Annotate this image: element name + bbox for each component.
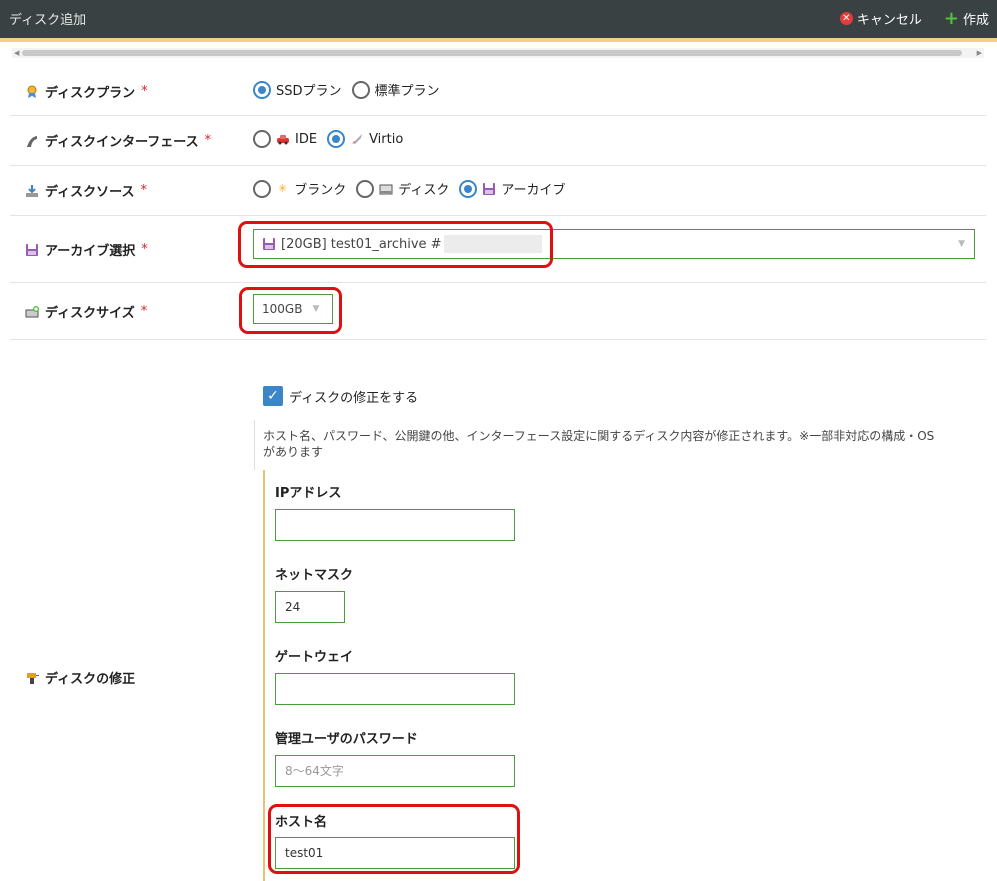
disk-modify-label: ディスクの修正 [45, 672, 136, 687]
medal-icon [27, 85, 37, 98]
download-icon [26, 184, 38, 197]
ip-address-label: IPアドレス [275, 486, 342, 501]
cancel-label: キャンセル [856, 13, 922, 28]
gateway-label: ゲートウェイ [275, 650, 354, 665]
highlight-disk-size [239, 287, 342, 334]
create-button[interactable]: + 作成 [943, 8, 989, 29]
radio-virtio[interactable]: Virtio [327, 130, 403, 148]
highlight-hostname [268, 804, 520, 874]
accent-bar [0, 38, 997, 42]
cancel-icon: ✕ [839, 12, 853, 25]
netmask-input[interactable] [275, 591, 345, 623]
check-icon: ✓ [263, 386, 283, 406]
drill-icon [27, 672, 39, 684]
car-icon [277, 135, 289, 145]
radio-disk[interactable]: ディスク [356, 179, 449, 198]
admin-password-input[interactable] [275, 755, 515, 787]
radio-archive[interactable]: アーカイブ [459, 179, 566, 198]
road-icon [27, 135, 37, 147]
disk-add-icon [25, 305, 39, 317]
radio-ide[interactable]: IDE [253, 130, 317, 148]
admin-password-label: 管理ユーザのパスワード [275, 732, 418, 747]
chevron-down-icon: ▼ [958, 239, 965, 249]
radio-standard-plan[interactable]: 標準プラン [351, 80, 440, 99]
netmask-label: ネットマスク [275, 568, 354, 583]
header-actions: ✕ キャンセル + 作成 [839, 8, 989, 29]
scrollbar-thumb[interactable] [22, 50, 962, 56]
dialog-title: ディスク追加 [9, 13, 87, 28]
disk-interface-label: ディスクインターフェース [45, 135, 199, 150]
archive-select-label: アーカイブ選択 [45, 244, 136, 259]
create-label: 作成 [962, 13, 989, 28]
modify-disk-checkbox-label: ディスクの修正をする [289, 390, 419, 406]
plus-icon: + [943, 8, 959, 29]
ip-address-input[interactable] [275, 509, 515, 541]
gateway-input[interactable] [275, 673, 515, 705]
row-disk-source: ディスクソース * ✳ ブランク ディスク アーカイブ [10, 166, 986, 216]
sparkle-icon: ✳ [278, 182, 288, 195]
modify-description: ホスト名、パスワード、公開鍵の他、インターフェース設定に関するディスク内容が修正… [263, 429, 935, 459]
row-disk-plan: ディスクプラン * SSDプラン 標準プラン [10, 66, 986, 116]
highlight-archive-select [238, 221, 553, 268]
section-accent-line [263, 470, 265, 881]
cancel-button[interactable]: ✕ キャンセル [839, 9, 922, 28]
floppy-icon [26, 243, 38, 256]
scroll-right-icon[interactable]: ▶ [977, 48, 982, 58]
radio-ssd-plan[interactable]: SSDプラン [253, 80, 342, 99]
disk-plan-label: ディスクプラン [45, 86, 136, 101]
row-disk-size: ディスクサイズ * 100GB ▼ [10, 283, 986, 340]
scroll-left-icon[interactable]: ◀ [14, 48, 19, 58]
disk-source-label: ディスクソース [45, 185, 135, 200]
row-disk-interface: ディスクインターフェース * IDE Virtio [10, 116, 986, 166]
radio-blank[interactable]: ✳ ブランク [253, 179, 346, 198]
dialog-header: ディスク追加 ✕ キャンセル + 作成 [0, 0, 997, 38]
floppy-icon [483, 182, 496, 195]
horizontal-scrollbar[interactable]: ◀ ▶ [12, 48, 984, 58]
rocket-icon [352, 134, 363, 144]
divider [254, 420, 255, 470]
modify-disk-checkbox[interactable]: ✓ ディスクの修正をする [263, 386, 418, 406]
disk-size-label: ディスクサイズ [45, 306, 135, 321]
disk-icon [379, 184, 393, 194]
